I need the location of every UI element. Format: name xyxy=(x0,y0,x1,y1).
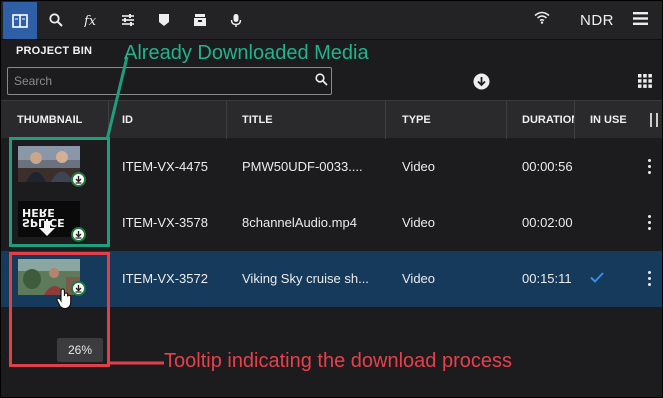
effects-icon[interactable]: fx xyxy=(75,3,109,37)
bin-icon[interactable] xyxy=(3,2,37,39)
in-use-check-icon xyxy=(590,270,604,288)
row-title: Viking Sky cruise sh... xyxy=(242,271,369,286)
downloaded-media-annotation: Already Downloaded Media xyxy=(124,42,369,64)
download-all-icon[interactable] xyxy=(473,73,490,95)
downloaded-media-pointer xyxy=(105,56,129,141)
row-duration: 00:00:56 xyxy=(522,159,573,174)
svg-text:fx: fx xyxy=(84,14,97,27)
organization-label: NDR xyxy=(580,12,614,29)
wifi-icon xyxy=(534,11,550,29)
download-progress-tooltip: 26% xyxy=(57,338,103,362)
project-bin-title: PROJECT BIN xyxy=(16,45,93,57)
row-id: ITEM-VX-4475 xyxy=(122,159,208,174)
column-header-type[interactable]: TYPE xyxy=(386,101,507,139)
search-input[interactable] xyxy=(14,72,294,90)
search-icon[interactable] xyxy=(39,3,73,37)
row-type: Video xyxy=(402,215,436,230)
row-duration: 00:15:11 xyxy=(522,271,572,286)
download-tooltip-annotation: Tooltip indicating the download process xyxy=(164,350,512,372)
search-icon[interactable] xyxy=(315,73,328,91)
row-id: ITEM-VX-3578 xyxy=(122,215,208,230)
row-id: ITEM-VX-3572 xyxy=(122,271,208,286)
download-tooltip-pointer xyxy=(108,361,164,365)
row-type: Video xyxy=(402,271,436,286)
column-header-duration[interactable]: DURATION xyxy=(507,101,575,139)
menu-icon[interactable] xyxy=(633,12,648,30)
top-toolbar: fx NDR xyxy=(0,0,663,40)
row-title: PMW50UDF-0033.... xyxy=(242,159,363,174)
marker-icon[interactable] xyxy=(147,3,181,37)
microphone-icon[interactable] xyxy=(219,3,253,37)
row-duration: 00:02:00 xyxy=(522,215,573,230)
column-settings-icon[interactable] xyxy=(650,113,658,127)
column-header-title[interactable]: TITLE xyxy=(227,101,386,139)
downloaded-media-highlight xyxy=(9,137,110,247)
row-title: 8channelAudio.mp4 xyxy=(242,215,357,230)
grid-view-icon[interactable] xyxy=(638,74,652,93)
row-type: Video xyxy=(402,159,436,174)
search-field[interactable] xyxy=(7,67,332,95)
column-header-thumbnail[interactable]: THUMBNAIL xyxy=(0,101,109,139)
row-menu-icon[interactable] xyxy=(648,271,652,289)
row-menu-icon[interactable] xyxy=(648,159,652,177)
archive-icon[interactable] xyxy=(183,3,217,37)
column-header-in-use[interactable]: IN USE xyxy=(575,101,641,139)
row-menu-icon[interactable] xyxy=(648,215,652,233)
adjust-icon[interactable] xyxy=(111,3,145,37)
